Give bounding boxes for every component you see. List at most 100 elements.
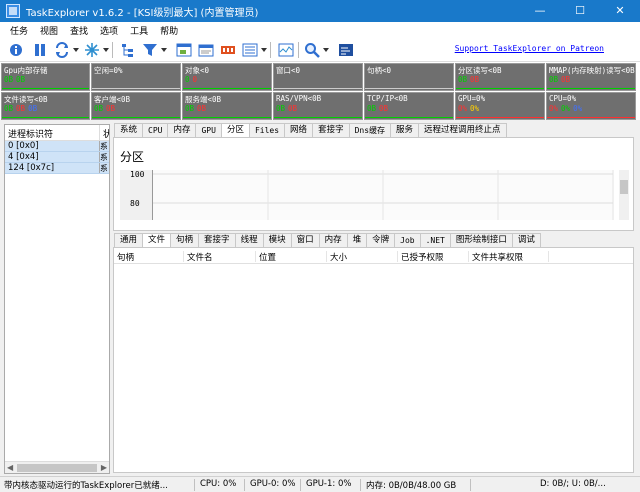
scrollbar-thumb[interactable] [620,180,628,194]
column-filename[interactable]: 文件名 [184,251,256,263]
tab[interactable]: 通用 [114,233,144,247]
tab[interactable]: 堆 [346,233,368,247]
tab[interactable]: 句柄 [170,233,200,247]
tab[interactable]: 内存 [167,123,197,137]
process-row[interactable]: 0 [0x0] 系 [5,141,109,152]
tab[interactable]: Job [394,233,421,247]
memory-icon[interactable] [220,42,236,58]
graph-label: 窗口<0 [276,66,301,75]
graph-tile: 句柄<0 [364,63,454,91]
graph-tile: 对象<0 0 0 [182,63,272,91]
graph-values: 00 [185,75,200,84]
process-pid: 4 [0x4] [8,152,39,162]
filter-icon[interactable] [142,42,158,58]
graph-value: 0B [16,75,26,84]
tab[interactable]: Files [248,123,286,137]
tab[interactable]: 图形绘制接口 [449,233,513,247]
graph-values: 0B 0B [185,104,209,113]
column-size[interactable]: 大小 [327,251,398,263]
tab[interactable]: 文件 [142,233,172,248]
system-info-icon[interactable] [278,42,294,58]
freeze-dropdown-icon[interactable] [103,48,109,52]
maximize-button[interactable]: ☐ [560,0,600,22]
graph-baseline [92,117,180,118]
tab[interactable]: 模块 [262,233,292,247]
menu-task[interactable]: 任务 [4,24,34,37]
tab[interactable]: 分区 [220,123,250,138]
tab[interactable]: 系统 [114,123,144,137]
window-icon[interactable] [176,42,192,58]
menu-help[interactable]: 帮助 [154,24,184,37]
graph-value: 0B [549,75,559,84]
graph-baseline [456,117,544,118]
graph-values: 0B 0B [549,75,573,84]
process-pid: 0 [0x0] [8,141,39,151]
menu-options[interactable]: 选项 [94,24,124,37]
snowflake-icon[interactable] [84,42,100,58]
console-icon[interactable] [338,42,354,58]
column-location[interactable]: 位置 [256,251,327,263]
tab[interactable]: 窗口 [290,233,320,247]
close-button[interactable]: ✕ [600,0,640,22]
graph-baseline [365,88,453,89]
vertical-scrollbar[interactable] [619,170,629,220]
process-list: 进程标识符 状 0 [0x0] 系 4 [0x4] 系 124 [0x7c] 系… [4,124,110,474]
pause-icon[interactable] [32,42,48,58]
services-dropdown-icon[interactable] [261,48,267,52]
tab[interactable]: 令牌 [366,233,396,247]
column-pid[interactable]: 进程标识符 [5,125,99,140]
graph-value: 0B [94,104,104,113]
tab[interactable]: Dns缓存 [348,123,392,137]
scroll-left-icon[interactable]: ◀ [7,463,13,472]
menu-view[interactable]: 视图 [34,24,64,37]
graph-baseline [274,88,362,89]
menu-tools[interactable]: 工具 [124,24,154,37]
scroll-right-icon[interactable]: ▶ [101,463,107,472]
graph-baseline [547,117,635,118]
tab[interactable]: 网络 [284,123,314,137]
column-share-access[interactable]: 文件共享权限 [469,251,549,263]
services-icon[interactable] [242,42,258,58]
tab[interactable]: .NET [419,233,451,247]
scrollbar-thumb[interactable] [17,464,97,472]
process-row[interactable]: 124 [0x7c] 系 [5,163,109,174]
tree-view-icon[interactable] [120,42,136,58]
minimize-button[interactable]: — [520,0,560,22]
process-status: 系 [99,152,107,162]
graph-baseline [456,88,544,89]
info-icon[interactable] [8,42,24,58]
graph-value: 0B [4,75,14,84]
tab[interactable]: 服务 [390,123,420,137]
tab[interactable]: 调试 [511,233,541,247]
tab[interactable]: 内存 [318,233,348,247]
tab[interactable]: GPU [195,123,222,137]
graph-value: 0B [106,104,116,113]
graph-tile: 空闲=0% [91,63,181,91]
graph-baseline [92,88,180,89]
column-status[interactable]: 状 [99,125,109,140]
tabs-icon[interactable] [198,42,214,58]
graph-value: 0% [470,104,480,113]
menu-find[interactable]: 查找 [64,24,94,37]
filter-dropdown-icon[interactable] [161,48,167,52]
tab[interactable]: 远程过程调用终止点 [418,123,507,137]
column-granted-access[interactable]: 已授予权限 [398,251,469,263]
find-dropdown-icon[interactable] [323,48,329,52]
process-row[interactable]: 4 [0x4] 系 [5,152,109,163]
graph-value: 0B [197,104,207,113]
support-link[interactable]: Support TaskExplorer on Patreon [455,44,604,53]
find-icon[interactable] [304,42,320,58]
graph-baseline [2,88,89,89]
tab[interactable]: 套接字 [312,123,350,137]
graph-baseline [274,117,362,118]
tab[interactable]: 线程 [234,233,264,247]
refresh-dropdown-icon[interactable] [73,48,79,52]
tab[interactable]: CPU [142,123,169,137]
tab[interactable]: 套接字 [198,233,236,247]
horizontal-scrollbar[interactable]: ◀ ▶ [5,461,109,473]
graph-tile: MMAP(内存映射)读写<0B 0B 0B [546,63,636,91]
graph-value: 0B [458,75,468,84]
refresh-icon[interactable] [54,42,70,58]
graph-label: TCP/IP<0B [367,94,408,103]
column-handle[interactable]: 句柄 [114,251,184,263]
